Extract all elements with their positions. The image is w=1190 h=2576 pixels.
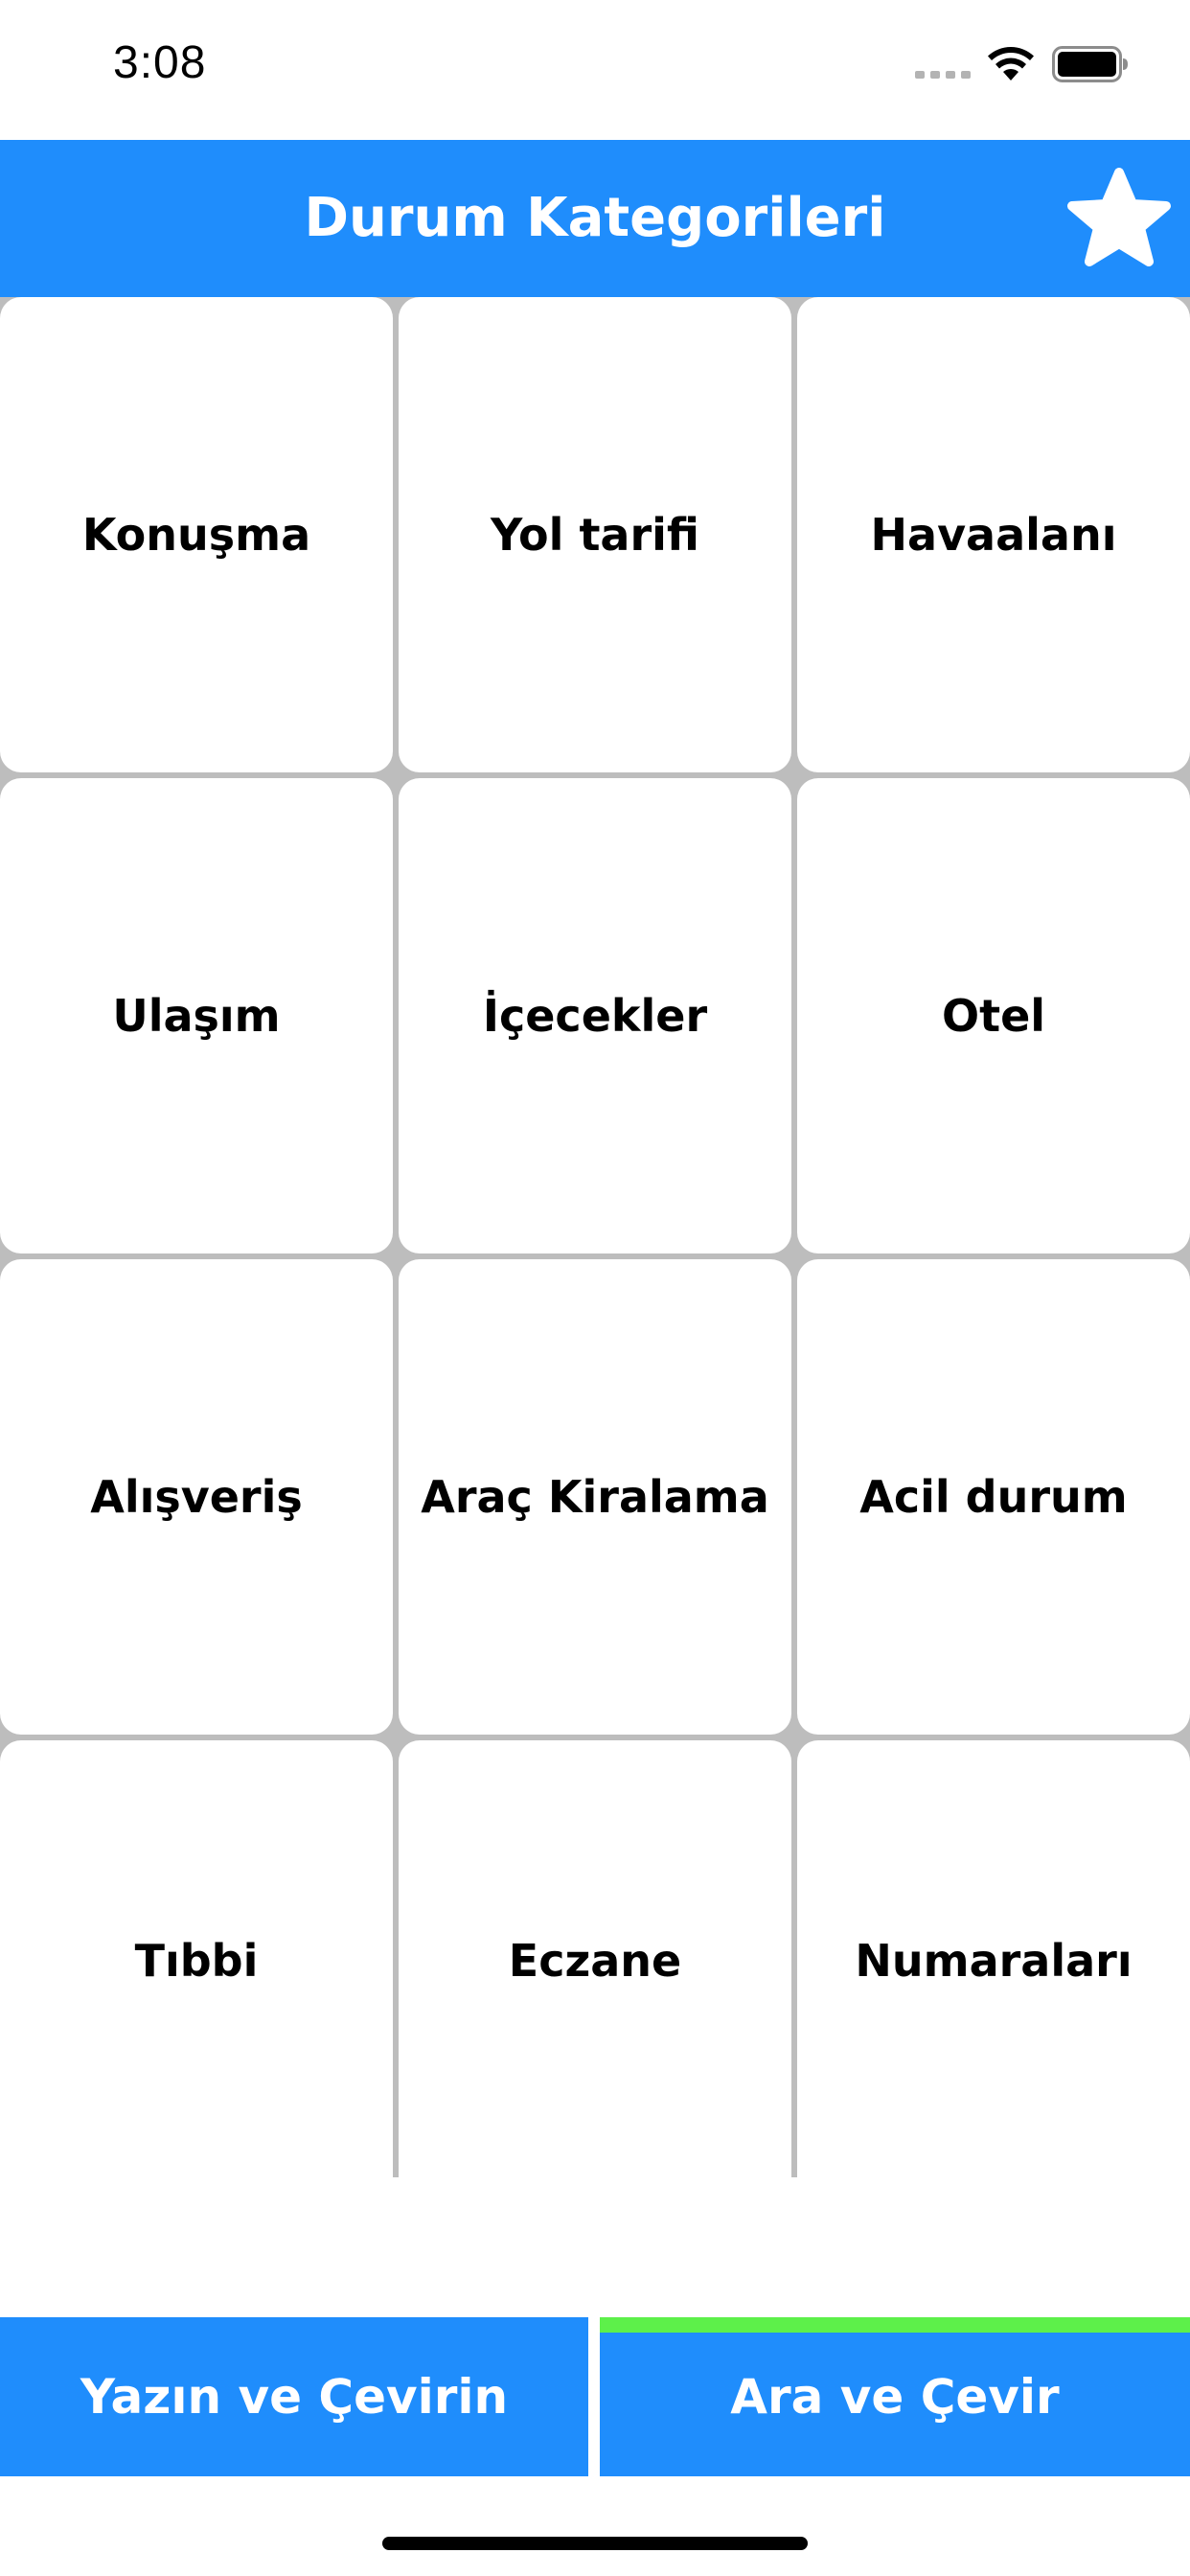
- category-tile[interactable]: Tıbbi: [0, 1740, 393, 2181]
- category-tile[interactable]: Araç Kiralama: [399, 1259, 791, 1735]
- navigation-header: Durum Kategorileri: [0, 140, 1190, 297]
- tab-label: Ara ve Çevir: [730, 2369, 1060, 2425]
- category-tile[interactable]: Otel: [797, 778, 1190, 1254]
- category-label: Ulaşım: [112, 990, 281, 1042]
- category-tile[interactable]: Ulaşım: [0, 778, 393, 1254]
- category-label: Yol tarifi: [490, 509, 700, 561]
- wifi-icon: [988, 46, 1034, 80]
- category-label: Numaraları: [855, 1935, 1133, 1987]
- category-label: Eczane: [508, 1935, 682, 1987]
- category-grid: Konuşma Yol tarifi Havaalanı Ulaşım İçecekle…: [0, 297, 1190, 2181]
- category-tile[interactable]: Konuşma: [0, 297, 393, 772]
- active-tab-indicator: [600, 2317, 1190, 2333]
- cellular-signal-icon: [915, 71, 971, 79]
- category-tile[interactable]: Alışveriş: [0, 1259, 393, 1735]
- page-title: Durum Kategorileri: [304, 187, 886, 249]
- bottom-tab-bar: Yazın ve Çevirin Ara ve Çevir: [0, 2317, 1190, 2476]
- star-icon: [1067, 168, 1171, 266]
- status-time: 3:08: [113, 37, 207, 88]
- category-label: Konuşma: [81, 509, 311, 561]
- category-label: İçecekler: [482, 990, 708, 1042]
- category-label: Acil durum: [859, 1471, 1128, 1523]
- home-indicator: [382, 2537, 808, 2550]
- search-and-translate-tab[interactable]: Ara ve Çevir: [600, 2317, 1190, 2476]
- category-tile[interactable]: Numaraları: [797, 1740, 1190, 2181]
- tab-label: Yazın ve Çevirin: [80, 2369, 509, 2425]
- type-and-translate-tab[interactable]: Yazın ve Çevirin: [0, 2317, 588, 2476]
- category-tile[interactable]: Eczane: [399, 1740, 791, 2181]
- favorites-button[interactable]: [1064, 165, 1175, 272]
- grid-spacer: [0, 2177, 1190, 2317]
- category-label: Araç Kiralama: [421, 1471, 769, 1523]
- category-label: Otel: [941, 990, 1046, 1042]
- category-label: Tıbbi: [134, 1935, 259, 1987]
- category-tile[interactable]: Havaalanı: [797, 297, 1190, 772]
- category-label: Alışveriş: [90, 1471, 303, 1523]
- category-label: Havaalanı: [870, 509, 1117, 561]
- category-tile[interactable]: Yol tarifi: [399, 297, 791, 772]
- battery-icon: [1052, 46, 1128, 82]
- category-tile[interactable]: Acil durum: [797, 1259, 1190, 1735]
- category-tile[interactable]: İçecekler: [399, 778, 791, 1254]
- status-bar: 3:08: [0, 0, 1190, 140]
